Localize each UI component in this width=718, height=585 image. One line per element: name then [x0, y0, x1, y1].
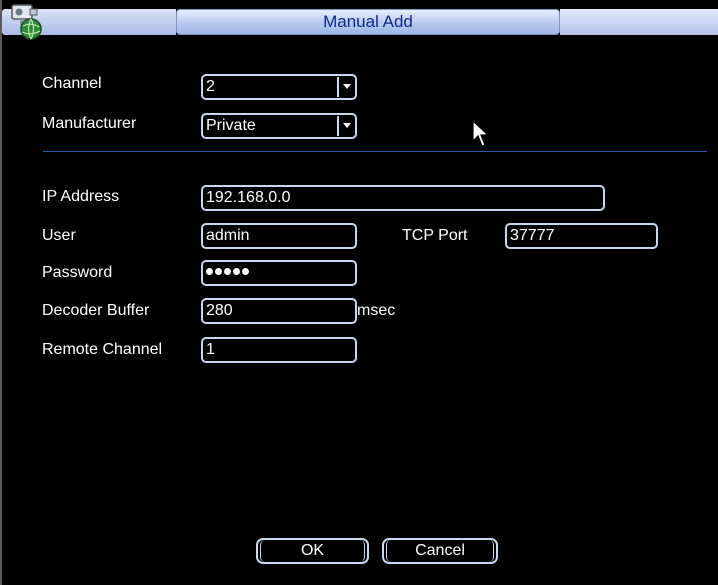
password-field[interactable] — [201, 260, 357, 286]
manufacturer-label: Manufacturer — [42, 115, 137, 132]
ip-address-field[interactable]: 192.168.0.0 — [201, 185, 605, 211]
password-dot — [242, 268, 249, 276]
cancel-button[interactable]: Cancel — [382, 538, 498, 564]
ip-address-label: IP Address — [42, 188, 120, 205]
title-bar: Manual Add — [2, 0, 718, 45]
password-label: Password — [42, 264, 113, 281]
camera-globe-icon — [11, 4, 42, 40]
remote-channel-label: Remote Channel — [42, 341, 163, 358]
manual-add-dialog: Manual Add Channel 2 Manufacturer Privat… — [0, 0, 718, 585]
decoder-buffer-field[interactable]: 280 — [201, 298, 357, 324]
manufacturer-value: Private — [206, 117, 256, 134]
section-divider — [43, 151, 707, 152]
channel-value: 2 — [206, 78, 215, 95]
ok-button[interactable]: OK — [256, 538, 369, 564]
tcp-port-field[interactable]: 37777 — [505, 223, 658, 249]
dialog-title: Manual Add — [176, 9, 560, 35]
title-bar-right — [560, 9, 718, 35]
password-mask — [206, 264, 251, 281]
remote-channel-field[interactable]: 1 — [201, 337, 357, 363]
password-dot — [206, 268, 213, 276]
manufacturer-select[interactable]: Private — [201, 113, 357, 139]
channel-select[interactable]: 2 — [201, 74, 357, 100]
password-dot — [233, 268, 240, 276]
user-field[interactable]: admin — [201, 223, 357, 249]
tcp-port-label: TCP Port — [402, 227, 468, 244]
password-dot — [224, 268, 231, 276]
ok-button-label: OK — [300, 542, 325, 559]
decoder-buffer-label: Decoder Buffer — [42, 302, 150, 319]
channel-label: Channel — [42, 75, 102, 92]
password-dot — [215, 268, 222, 276]
decoder-buffer-unit: msec — [357, 302, 396, 319]
chevron-down-icon[interactable] — [337, 77, 354, 97]
mouse-cursor-icon — [472, 120, 490, 147]
cancel-button-label: Cancel — [415, 542, 465, 559]
chevron-down-icon[interactable] — [337, 116, 354, 136]
user-label: User — [42, 227, 76, 244]
